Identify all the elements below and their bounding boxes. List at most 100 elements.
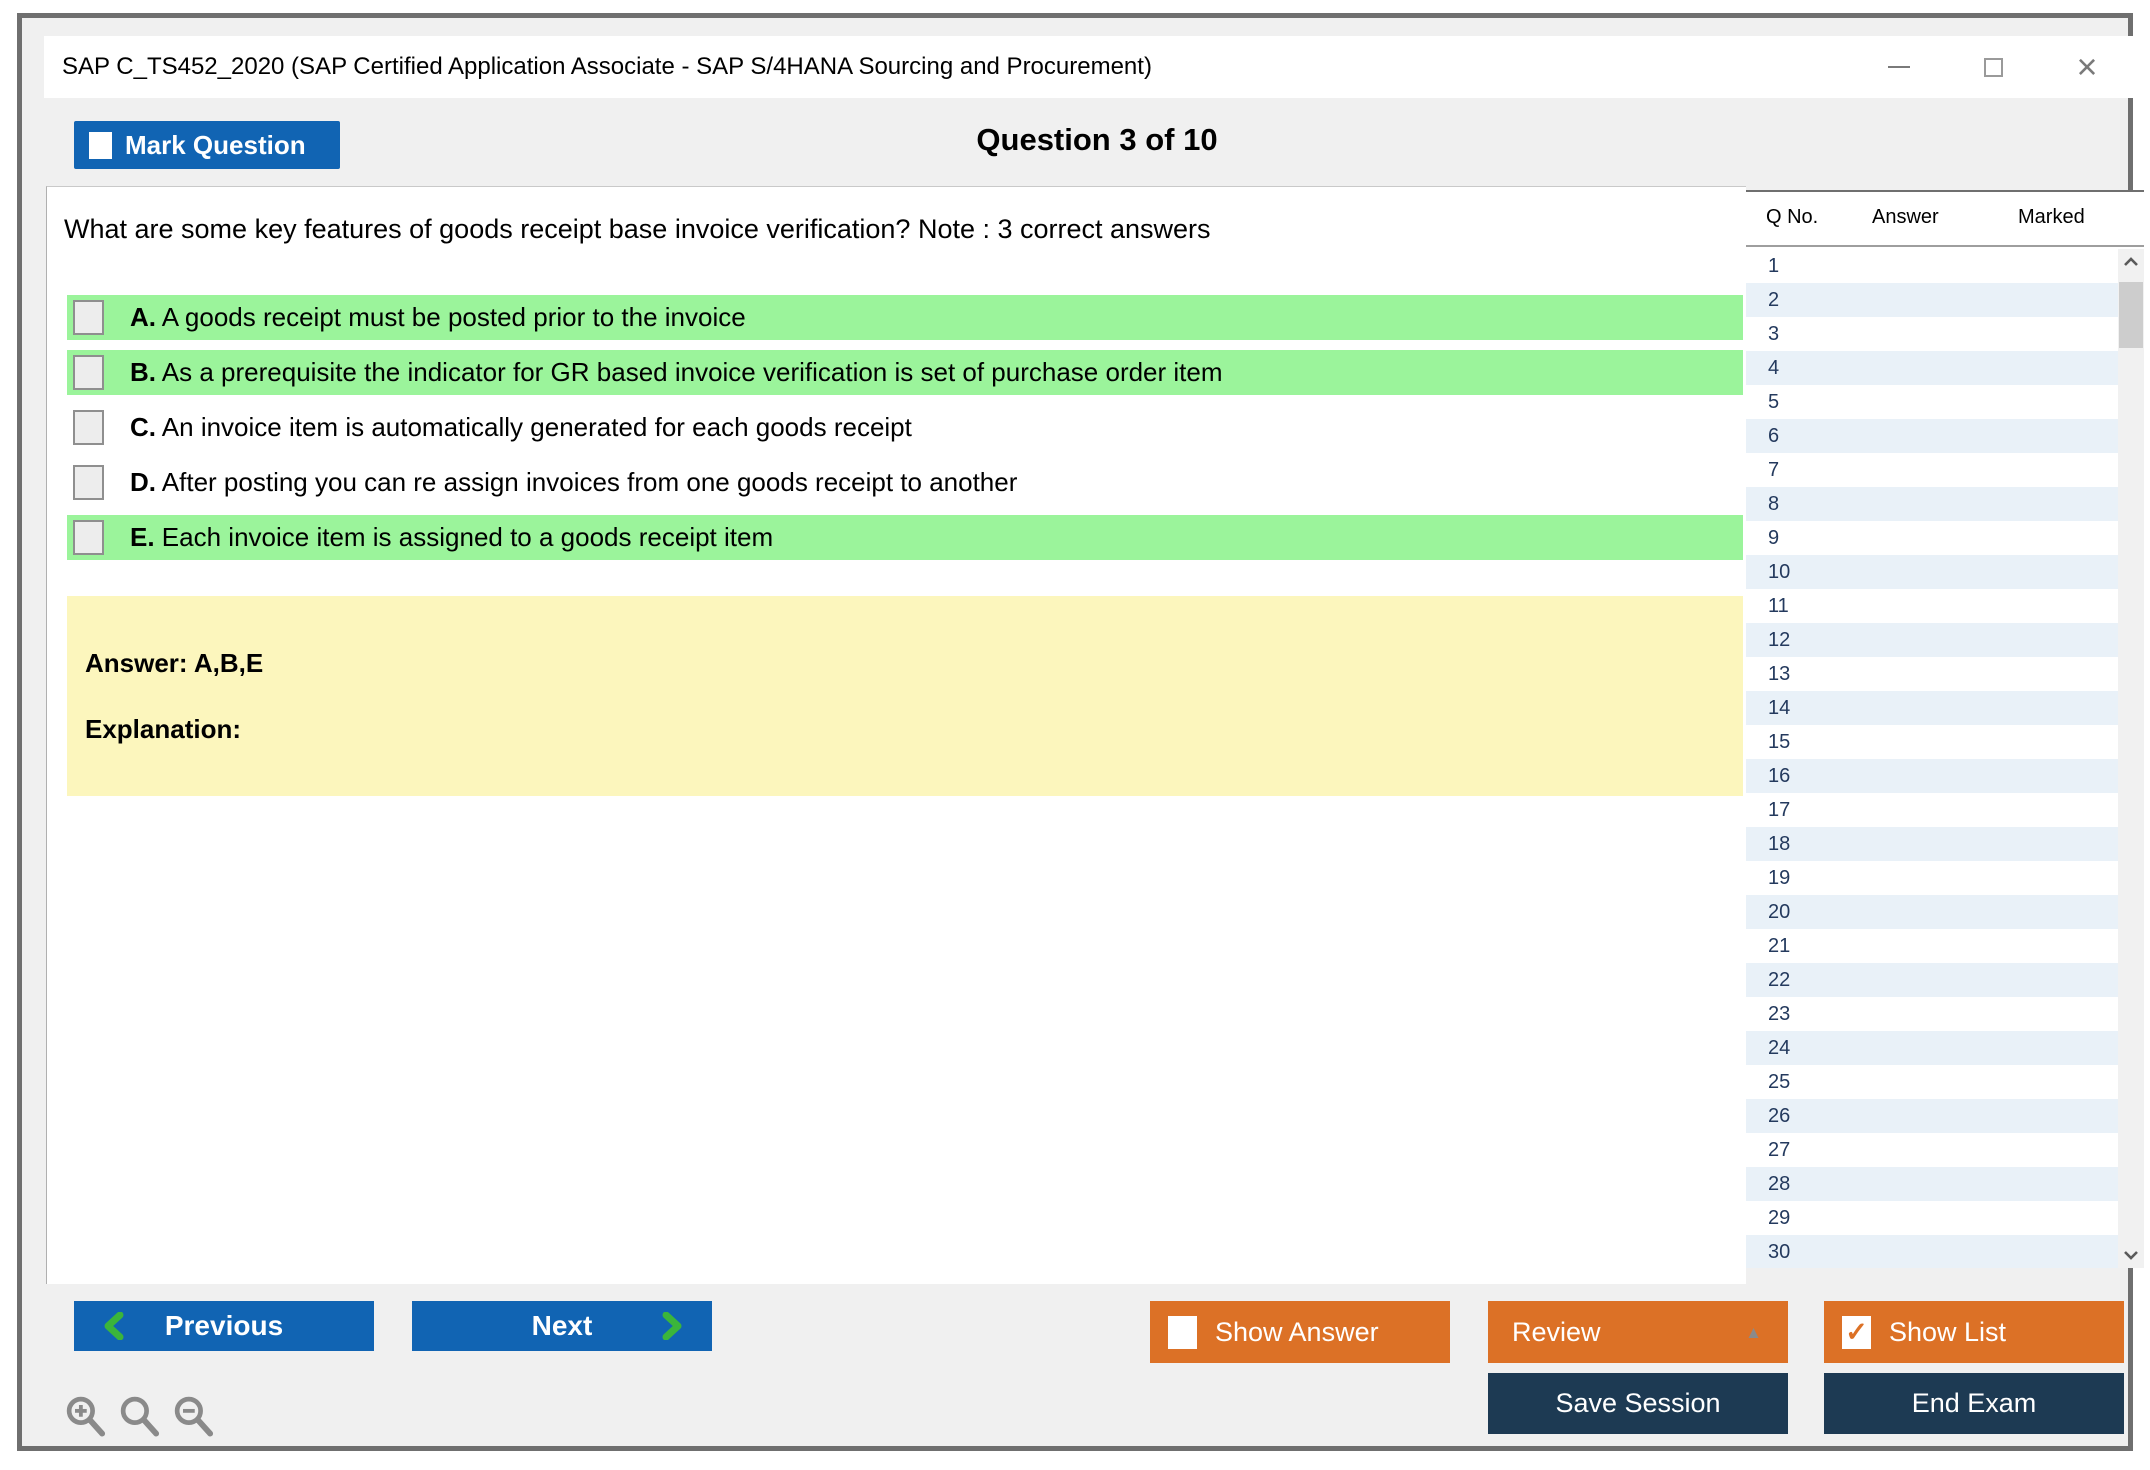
question-list-panel: Q No. Answer Marked 12345678910111213141…: [1746, 190, 2144, 1268]
question-counter: Question 3 of 10: [39, 122, 2150, 158]
question-list-row[interactable]: 26: [1746, 1099, 2118, 1133]
scroll-down-icon: [2123, 1250, 2139, 1260]
option-checkbox[interactable]: [73, 410, 104, 445]
question-list-row[interactable]: 2: [1746, 283, 2118, 317]
qno-cell: 2: [1746, 289, 1836, 312]
maximize-icon: [1984, 58, 2003, 77]
question-list-row[interactable]: 4: [1746, 351, 2118, 385]
qno-cell: 7: [1746, 459, 1836, 482]
question-list-row[interactable]: 1: [1746, 249, 2118, 283]
question-list-row[interactable]: 3: [1746, 317, 2118, 351]
question-list-row[interactable]: 14: [1746, 691, 2118, 725]
scroll-down-button[interactable]: [2118, 1242, 2144, 1268]
question-list-row[interactable]: 13: [1746, 657, 2118, 691]
question-list-row[interactable]: 16: [1746, 759, 2118, 793]
scrollbar-thumb[interactable]: [2119, 282, 2143, 348]
question-list-row[interactable]: 9: [1746, 521, 2118, 555]
question-list-row[interactable]: 10: [1746, 555, 2118, 589]
zoom-in-icon[interactable]: [64, 1393, 108, 1439]
qno-cell: 22: [1746, 969, 1836, 992]
end-exam-button[interactable]: End Exam: [1824, 1373, 2124, 1434]
answer-box: Answer: A,B,E Explanation:: [67, 596, 1743, 796]
question-list-row[interactable]: 27: [1746, 1133, 2118, 1167]
end-exam-label: End Exam: [1912, 1388, 2037, 1419]
question-list-row[interactable]: 18: [1746, 827, 2118, 861]
option-row-d[interactable]: D. After posting you can re assign invoi…: [67, 460, 1743, 505]
close-button[interactable]: ×: [2072, 52, 2102, 82]
question-text: What are some key features of goods rece…: [64, 214, 1211, 245]
save-session-label: Save Session: [1555, 1388, 1720, 1419]
qno-cell: 18: [1746, 833, 1836, 856]
maximize-button[interactable]: [1978, 52, 2008, 82]
option-checkbox[interactable]: [73, 355, 104, 390]
qno-cell: 24: [1746, 1037, 1836, 1060]
option-label: B. As a prerequisite the indicator for G…: [130, 357, 1223, 388]
question-list-row[interactable]: 15: [1746, 725, 2118, 759]
question-list-row[interactable]: 22: [1746, 963, 2118, 997]
scrollbar[interactable]: [2118, 249, 2144, 1268]
option-label: E. Each invoice item is assigned to a go…: [130, 522, 773, 553]
save-session-button[interactable]: Save Session: [1488, 1373, 1788, 1434]
option-label: D. After posting you can re assign invoi…: [130, 467, 1017, 498]
header-marked: Marked: [2018, 206, 2085, 229]
option-row-a[interactable]: A. A goods receipt must be posted prior …: [67, 295, 1743, 340]
previous-button[interactable]: Previous: [74, 1301, 374, 1351]
question-list-row[interactable]: 11: [1746, 589, 2118, 623]
option-row-b[interactable]: B. As a prerequisite the indicator for G…: [67, 350, 1743, 395]
question-list-row[interactable]: 6: [1746, 419, 2118, 453]
question-list-row[interactable]: 17: [1746, 793, 2118, 827]
zoom-out-icon[interactable]: [172, 1393, 216, 1439]
option-checkbox[interactable]: [73, 300, 104, 335]
question-list-row[interactable]: 29: [1746, 1201, 2118, 1235]
question-list-row[interactable]: 7: [1746, 453, 2118, 487]
show-answer-checkbox[interactable]: [1168, 1316, 1197, 1349]
qno-cell: 21: [1746, 935, 1836, 958]
show-list-checkbox[interactable]: ✓: [1842, 1316, 1871, 1349]
next-button[interactable]: Next: [412, 1301, 712, 1351]
question-list-row[interactable]: 20: [1746, 895, 2118, 929]
question-list-header: Q No. Answer Marked: [1746, 192, 2144, 247]
question-list-row[interactable]: 25: [1746, 1065, 2118, 1099]
question-list-row[interactable]: 8: [1746, 487, 2118, 521]
qno-cell: 1: [1746, 255, 1836, 278]
review-label: Review: [1512, 1317, 1601, 1348]
question-list-row[interactable]: 19: [1746, 861, 2118, 895]
question-list-row[interactable]: 24: [1746, 1031, 2118, 1065]
show-list-button[interactable]: ✓ Show List: [1824, 1301, 2124, 1363]
qno-cell: 19: [1746, 867, 1836, 890]
qno-cell: 25: [1746, 1071, 1836, 1094]
option-checkbox[interactable]: [73, 465, 104, 500]
option-checkbox[interactable]: [73, 520, 104, 555]
show-answer-button[interactable]: Show Answer: [1150, 1301, 1450, 1363]
qno-cell: 14: [1746, 697, 1836, 720]
review-button[interactable]: Review ▲: [1488, 1301, 1788, 1363]
question-list-row[interactable]: 21: [1746, 929, 2118, 963]
question-list-row[interactable]: 12: [1746, 623, 2118, 657]
qno-cell: 8: [1746, 493, 1836, 516]
option-row-e[interactable]: E. Each invoice item is assigned to a go…: [67, 515, 1743, 560]
question-list-row[interactable]: 28: [1746, 1167, 2118, 1201]
qno-cell: 27: [1746, 1139, 1836, 1162]
qno-cell: 29: [1746, 1207, 1836, 1230]
qno-cell: 4: [1746, 357, 1836, 380]
qno-cell: 23: [1746, 1003, 1836, 1026]
header-answer: Answer: [1872, 206, 1939, 229]
show-answer-label: Show Answer: [1215, 1317, 1379, 1348]
scroll-up-button[interactable]: [2118, 249, 2144, 275]
qno-cell: 16: [1746, 765, 1836, 788]
answer-line: Answer: A,B,E: [85, 648, 263, 679]
question-list-row[interactable]: 5: [1746, 385, 2118, 419]
scroll-up-icon: [2123, 257, 2139, 267]
qno-cell: 10: [1746, 561, 1836, 584]
checkmark-icon: ✓: [1845, 1319, 1868, 1346]
question-list-row[interactable]: 30: [1746, 1235, 2118, 1268]
previous-label: Previous: [165, 1310, 283, 1342]
window-title: SAP C_TS452_2020 (SAP Certified Applicat…: [62, 36, 1152, 98]
header-qno: Q No.: [1766, 206, 1818, 229]
explanation-line: Explanation:: [85, 714, 241, 745]
qno-cell: 13: [1746, 663, 1836, 686]
zoom-reset-icon[interactable]: [118, 1393, 162, 1439]
question-list-row[interactable]: 23: [1746, 997, 2118, 1031]
option-row-c[interactable]: C. An invoice item is automatically gene…: [67, 405, 1743, 450]
minimize-button[interactable]: [1884, 52, 1914, 82]
